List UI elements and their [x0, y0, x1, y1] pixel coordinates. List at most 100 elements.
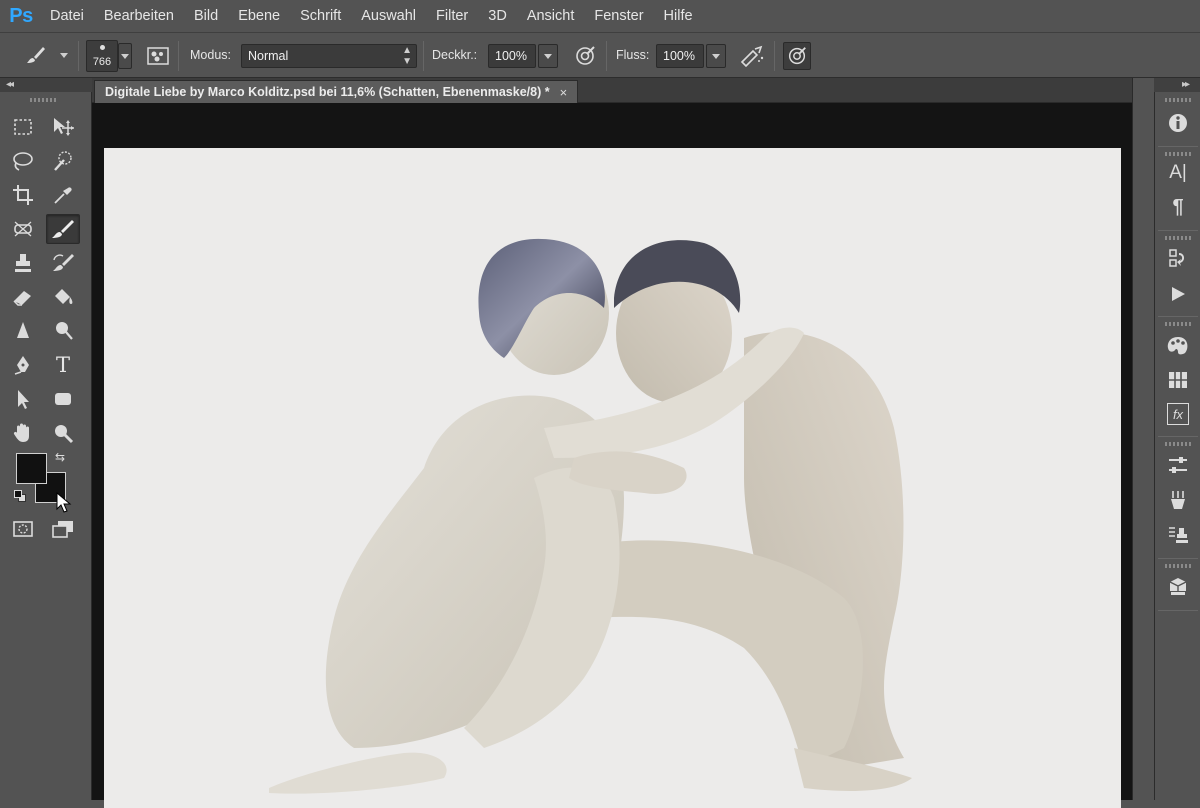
crop-tool[interactable]: [6, 180, 40, 210]
zoom-tool[interactable]: [46, 418, 80, 448]
dock-grip-3[interactable]: [1165, 236, 1191, 240]
marquee-tool[interactable]: [6, 112, 40, 142]
pressure-size-button[interactable]: [783, 42, 811, 70]
dock-grip-1[interactable]: [1165, 98, 1191, 102]
foreground-color-swatch[interactable]: [16, 453, 47, 484]
flow-input[interactable]: 100%: [656, 44, 704, 68]
quick-selection-tool[interactable]: [46, 146, 80, 176]
brush-size-value: 766: [92, 56, 112, 68]
3d-panel-button[interactable]: [1163, 572, 1193, 602]
history-panel-button[interactable]: [1163, 243, 1193, 273]
history-brush-tool[interactable]: [46, 248, 80, 278]
paint-bucket-tool[interactable]: [46, 282, 80, 312]
brush-tool[interactable]: [46, 214, 80, 244]
document-tab[interactable]: Digitale Liebe by Marco Kolditz.psd bei …: [94, 80, 579, 103]
collapse-arrows-icon: ◂◂: [6, 79, 14, 90]
tool-presets-panel-button[interactable]: [1163, 485, 1193, 515]
panel-dock: A| ¶ fx: [1154, 92, 1200, 800]
toolbar-grip[interactable]: [30, 98, 56, 102]
menu-hilfe[interactable]: Hilfe: [656, 0, 701, 32]
type-tool[interactable]: T: [46, 350, 80, 380]
bandage-icon: [14, 221, 32, 237]
quick-selection-icon: [54, 151, 72, 171]
canvas-area[interactable]: [92, 103, 1132, 808]
tool-presets-icon: [1171, 491, 1185, 509]
dodge-tool[interactable]: [46, 316, 80, 346]
styles-icon: fx: [1167, 403, 1189, 425]
clone-source-icon: [1169, 527, 1188, 543]
dock-grip-5[interactable]: [1165, 442, 1191, 446]
history-icon: [1169, 249, 1185, 267]
document-tab-title: Digitale Liebe by Marco Kolditz.psd bei …: [105, 85, 550, 99]
airbrush-button[interactable]: [738, 42, 766, 70]
clone-source-panel-button[interactable]: [1163, 520, 1193, 550]
actions-panel-button[interactable]: [1163, 279, 1193, 309]
menu-auswahl[interactable]: Auswahl: [353, 0, 424, 32]
healing-brush-tool[interactable]: [6, 214, 40, 244]
lasso-tool[interactable]: [6, 146, 40, 176]
brush-size-picker[interactable]: 766: [86, 40, 118, 72]
mode-select[interactable]: Normal ▲ ▼: [241, 44, 417, 68]
dock-grip-4[interactable]: [1165, 322, 1191, 326]
dodge-icon: [56, 322, 73, 340]
type-tool-glyph: T: [55, 353, 70, 377]
flow-dropdown[interactable]: [706, 44, 726, 68]
brush-panel-toggle[interactable]: [144, 42, 172, 70]
move-tool[interactable]: [46, 112, 80, 142]
dock-grip-6[interactable]: [1165, 564, 1191, 568]
marquee-icon: [14, 119, 32, 135]
brush-tip-icon: [100, 45, 105, 50]
swap-colors-icon[interactable]: ⇆: [55, 450, 65, 464]
dock-grip-2[interactable]: [1165, 152, 1191, 156]
menu-fenster[interactable]: Fenster: [586, 0, 651, 32]
menu-schrift[interactable]: Schrift: [292, 0, 349, 32]
menu-ansicht[interactable]: Ansicht: [519, 0, 583, 32]
shape-tool[interactable]: [46, 384, 80, 414]
eyedropper-icon: [54, 187, 72, 204]
tool-preset-picker[interactable]: [22, 41, 50, 69]
path-selection-tool[interactable]: [6, 384, 40, 414]
screen-mode-button[interactable]: [46, 514, 80, 544]
opacity-input[interactable]: 100%: [488, 44, 536, 68]
crop-icon: [13, 185, 33, 205]
hand-icon: [13, 423, 29, 442]
pen-tool[interactable]: [6, 350, 40, 380]
mode-label: Modus:: [190, 48, 231, 62]
tool-preset-caret[interactable]: [60, 53, 68, 58]
document-canvas[interactable]: [104, 148, 1121, 808]
menu-ebene[interactable]: Ebene: [230, 0, 288, 32]
toolbar-collapse-bar[interactable]: ◂◂: [0, 78, 92, 92]
brush-icon: [52, 220, 74, 238]
eyedropper-tool[interactable]: [46, 180, 80, 210]
3d-cube-icon: [1169, 578, 1187, 596]
paragraph-icon: ¶: [1172, 195, 1184, 218]
blur-tool[interactable]: [6, 316, 40, 346]
magnifier-icon: [55, 425, 74, 444]
menu-3d[interactable]: 3D: [480, 0, 515, 32]
paragraph-panel-button[interactable]: ¶: [1163, 192, 1193, 222]
character-panel-button[interactable]: A|: [1163, 158, 1193, 188]
character-icon: A|: [1169, 162, 1187, 183]
opacity-dropdown[interactable]: [538, 44, 558, 68]
sliders-icon: [1169, 457, 1187, 473]
menu-filter[interactable]: Filter: [428, 0, 476, 32]
photo-couple-kissing: [269, 238, 912, 794]
info-panel-button[interactable]: [1163, 108, 1193, 138]
color-panel-button[interactable]: [1163, 331, 1193, 361]
dock-collapse-bar[interactable]: ▸▸: [1154, 78, 1200, 92]
menu-bild[interactable]: Bild: [186, 0, 226, 32]
brush-size-dropdown[interactable]: [118, 43, 132, 69]
swatches-panel-button[interactable]: [1163, 365, 1193, 395]
default-colors-icon[interactable]: [14, 490, 26, 502]
screen-mode-icon: [52, 521, 73, 538]
styles-panel-button[interactable]: fx: [1163, 399, 1193, 429]
hand-tool[interactable]: [6, 418, 40, 448]
eraser-tool[interactable]: [6, 282, 40, 312]
quick-mask-button[interactable]: [6, 514, 40, 544]
clone-stamp-tool[interactable]: [6, 248, 40, 278]
pressure-opacity-button[interactable]: [571, 42, 599, 70]
menu-datei[interactable]: Datei: [42, 0, 92, 32]
close-tab-icon[interactable]: ×: [560, 85, 568, 100]
menu-bearbeiten[interactable]: Bearbeiten: [96, 0, 182, 32]
adjustments-panel-button[interactable]: [1163, 450, 1193, 480]
